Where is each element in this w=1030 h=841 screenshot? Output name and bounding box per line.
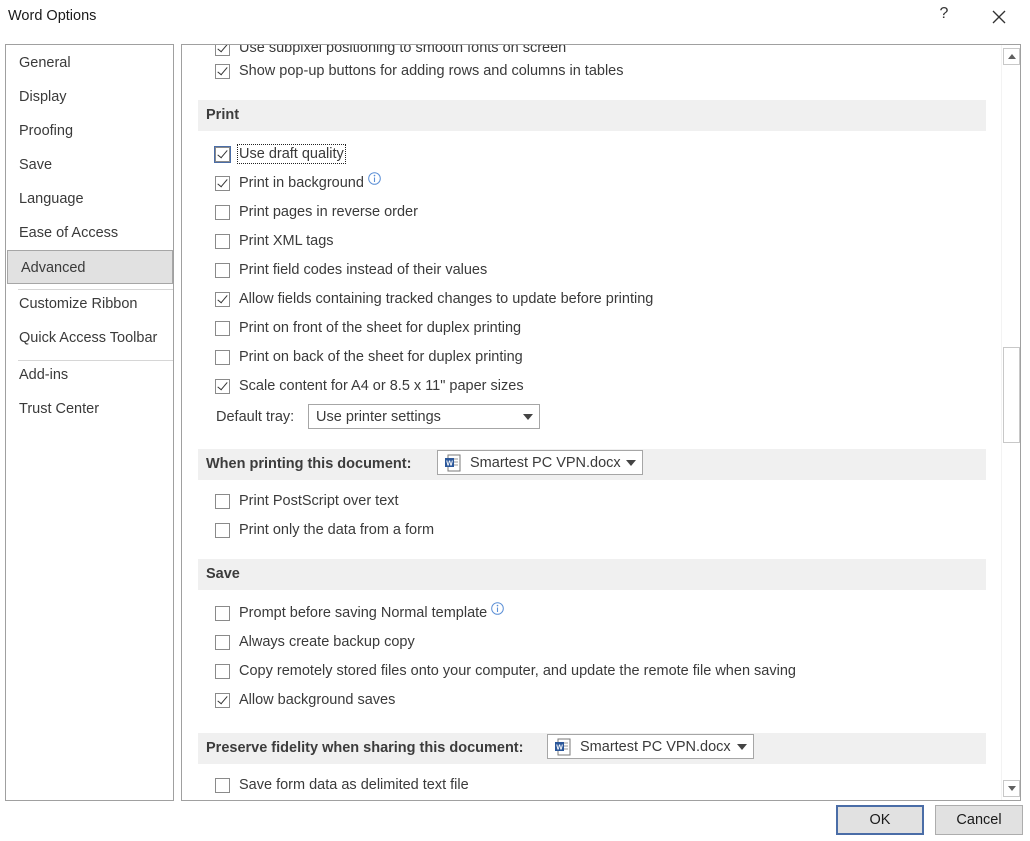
info-icon[interactable]: [491, 602, 505, 615]
word-document-icon: W: [445, 454, 461, 471]
option-row: Print XML tags: [182, 228, 334, 254]
close-button[interactable]: [986, 4, 1012, 30]
option-row: Print PostScript over text: [182, 488, 399, 514]
option-row: Print on back of the sheet for duplex pr…: [182, 344, 523, 370]
nav-item-language[interactable]: Language: [6, 182, 173, 216]
close-icon: [992, 10, 1006, 24]
title-bar: Word Options ?: [0, 0, 1030, 34]
scroll-thumb[interactable]: [1003, 347, 1020, 443]
option-row: Always create backup copy: [182, 629, 415, 655]
options-nav: General Display Proofing Save Language E…: [5, 44, 174, 801]
svg-text:W: W: [446, 460, 453, 467]
option-row: Save form data as delimited text file: [182, 772, 469, 798]
option-label: Scale content for A4 or 8.5 x 11" paper …: [239, 378, 524, 394]
nav-item-general[interactable]: General: [6, 46, 173, 80]
help-button[interactable]: ?: [934, 5, 954, 27]
option-row: Copy remotely stored files onto your com…: [182, 658, 796, 684]
checkbox[interactable]: [215, 692, 230, 708]
checkbox[interactable]: [215, 522, 230, 538]
default-tray-label: Default tray:: [216, 409, 295, 425]
checkbox[interactable]: [215, 634, 230, 650]
checkbox[interactable]: [215, 320, 230, 336]
checkbox[interactable]: [215, 777, 230, 793]
option-label: Print XML tags: [239, 233, 334, 249]
checkbox[interactable]: [215, 63, 230, 79]
scroll-up-arrow-icon[interactable]: [1003, 48, 1020, 65]
option-label: Print on front of the sheet for duplex p…: [239, 320, 522, 336]
checkbox[interactable]: [215, 378, 230, 394]
option-label: Always create backup copy: [239, 634, 415, 650]
default-tray-row: Default tray:: [216, 404, 294, 430]
checkbox[interactable]: [215, 204, 230, 220]
option-row: Use draft quality: [182, 141, 346, 167]
option-row: Print field codes instead of their value…: [182, 257, 487, 283]
checkbox[interactable]: [215, 663, 230, 679]
nav-item-trust-center[interactable]: Trust Center: [6, 392, 173, 426]
option-row: Print pages in reverse order: [182, 199, 418, 225]
option-row: Print on front of the sheet for duplex p…: [182, 315, 521, 341]
section-title: When printing this document:: [206, 456, 412, 472]
option-row: Allow background saves: [182, 687, 395, 713]
checkbox[interactable]: [214, 145, 231, 163]
checkbox[interactable]: [215, 291, 230, 307]
checkbox[interactable]: [215, 262, 230, 278]
option-label: Use draft quality: [237, 144, 346, 164]
cancel-button[interactable]: Cancel: [935, 805, 1023, 835]
advanced-options-pane: Use subpixel positioning to smooth fonts…: [181, 44, 1021, 801]
nav-item-customize-ribbon[interactable]: Customize Ribbon: [6, 287, 173, 321]
chevron-down-icon: [737, 744, 747, 750]
nav-item-ease-of-access[interactable]: Ease of Access: [6, 216, 173, 250]
vertical-scrollbar[interactable]: [1001, 45, 1020, 800]
nav-item-display[interactable]: Display: [6, 80, 173, 114]
option-row: Print only the data from a form: [182, 517, 434, 543]
option-row: Scale content for A4 or 8.5 x 11" paper …: [182, 373, 524, 399]
option-label: Use subpixel positioning to smooth fonts…: [239, 44, 567, 56]
section-title: Preserve fidelity when sharing this docu…: [206, 740, 524, 756]
ok-button[interactable]: OK: [836, 805, 924, 835]
option-label: Print pages in reverse order: [239, 204, 418, 220]
option-label: Print only the data from a form: [239, 522, 435, 538]
option-label: Print PostScript over text: [239, 493, 399, 509]
option-label: Allow background saves: [239, 692, 396, 708]
checkbox[interactable]: [215, 605, 230, 621]
option-label: Print in background: [239, 175, 364, 191]
option-label: Prompt before saving Normal template: [239, 605, 488, 621]
option-label: Save form data as delimited text file: [239, 777, 469, 793]
option-label: Allow fields containing tracked changes …: [239, 291, 654, 307]
checkbox[interactable]: [215, 45, 230, 56]
default-tray-value: Use printer settings: [316, 408, 441, 425]
option-row: Allow fields containing tracked changes …: [182, 286, 653, 312]
section-header-save: Save: [198, 559, 986, 590]
window-title: Word Options: [8, 8, 97, 24]
document-name: Smartest PC VPN.docx: [470, 454, 621, 471]
section-header-print: Print: [198, 100, 986, 131]
document-name: Smartest PC VPN.docx: [580, 738, 731, 755]
chevron-down-icon: [523, 414, 533, 420]
option-label: Show pop-up buttons for adding rows and …: [239, 63, 624, 79]
chevron-down-icon: [626, 460, 636, 466]
checkbox[interactable]: [215, 233, 230, 249]
document-select-fidelity[interactable]: W Smartest PC VPN.docx: [547, 734, 754, 759]
option-label: Copy remotely stored files onto your com…: [239, 663, 796, 679]
option-row: Print in background: [182, 170, 381, 196]
svg-text:W: W: [556, 744, 563, 751]
option-row: Prompt before saving Normal template: [182, 600, 505, 626]
checkbox[interactable]: [215, 175, 230, 191]
nav-item-save[interactable]: Save: [6, 148, 173, 182]
option-row: Show pop-up buttons for adding rows and …: [182, 58, 623, 84]
nav-item-advanced[interactable]: Advanced: [7, 250, 173, 284]
nav-item-add-ins[interactable]: Add-ins: [6, 358, 173, 392]
option-label: Print field codes instead of their value…: [239, 262, 488, 278]
checkbox[interactable]: [215, 493, 230, 509]
document-select-printing[interactable]: W Smartest PC VPN.docx: [437, 450, 643, 475]
word-document-icon: W: [555, 738, 571, 755]
option-label: Print on back of the sheet for duplex pr…: [239, 349, 523, 365]
nav-item-quick-access-toolbar[interactable]: Quick Access Toolbar: [6, 321, 173, 355]
scroll-down-arrow-icon[interactable]: [1003, 780, 1020, 797]
default-tray-select[interactable]: Use printer settings: [308, 404, 540, 429]
checkbox[interactable]: [215, 349, 230, 365]
info-icon[interactable]: [368, 172, 381, 185]
nav-item-proofing[interactable]: Proofing: [6, 114, 173, 148]
